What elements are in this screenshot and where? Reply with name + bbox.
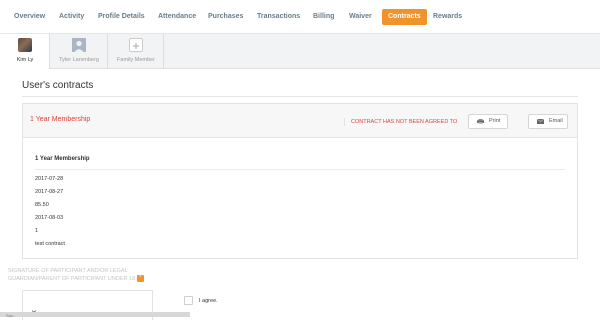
user-silhouette-icon [72, 38, 86, 52]
contract-description: test contract [35, 241, 65, 247]
contract-detail-title: 1 Year Membership [35, 156, 90, 162]
member-switcher: Kim Ly Tyler Lanenberg Family Member [0, 34, 600, 69]
member-name: Tyler Lanenberg [59, 57, 99, 63]
signature-label: SIGNATURE OF PARTICIPANT AND/OR LEGAL GU… [8, 268, 158, 283]
member-kim-ly[interactable]: Kim Ly [0, 34, 50, 69]
tab-billing[interactable]: Billing [307, 9, 340, 25]
end-date: 2017-08-27 [35, 189, 64, 195]
required-badge: * [136, 275, 144, 282]
divider [163, 34, 164, 69]
envelope-icon [537, 119, 544, 124]
plus-icon [129, 38, 143, 52]
tab-attendance[interactable]: Attendance [152, 9, 202, 25]
top-nav: Overview Activity Profile Details Attend… [0, 0, 600, 34]
footer-text: Sav... [6, 313, 16, 318]
divider [35, 169, 565, 170]
contract-quantity: 1 [35, 228, 39, 234]
email-label: Email [549, 118, 563, 124]
tab-waiver[interactable]: Waiver [343, 9, 378, 25]
contract-status: CONTRACT HAS NOT BEEN AGREED TO [344, 118, 457, 126]
print-label: Print [489, 118, 501, 124]
email-button[interactable]: Email [528, 114, 568, 129]
tab-transactions[interactable]: Transactions [251, 9, 306, 25]
contract-header: 1 Year Membership CONTRACT HAS NOT BEEN … [23, 104, 577, 138]
tab-contracts[interactable]: Contracts [382, 9, 427, 25]
printer-icon [477, 119, 484, 124]
member-tyler-lanenberg[interactable]: Tyler Lanenberg [50, 34, 108, 69]
agree-checkbox[interactable] [184, 296, 193, 305]
member-name: Family Member [117, 57, 155, 63]
signature-label-text: SIGNATURE OF PARTICIPANT AND/OR LEGAL GU… [8, 268, 136, 282]
add-family-member-button[interactable]: Family Member [108, 34, 164, 69]
contract-card: 1 Year Membership CONTRACT HAS NOT BEEN … [22, 103, 578, 259]
agree-label: I agree. [199, 298, 218, 304]
page-title: User's contracts [22, 80, 94, 91]
start-date: 2017-07-28 [35, 176, 64, 182]
tab-profile-details[interactable]: Profile Details [92, 9, 151, 25]
print-button[interactable]: Print [468, 114, 508, 129]
tab-purchases[interactable]: Purchases [202, 9, 249, 25]
signed-date: 2017-08-03 [35, 215, 64, 221]
member-name: Kim Ly [16, 57, 34, 63]
horizontal-scrollbar[interactable] [0, 312, 190, 317]
main-content: User's contracts 1 Year Membership CONTR… [0, 70, 600, 320]
photo-avatar [18, 38, 32, 52]
tab-rewards[interactable]: Rewards [427, 9, 468, 25]
divider [22, 96, 578, 97]
contract-name: 1 Year Membership [30, 116, 91, 123]
tab-activity[interactable]: Activity [53, 9, 90, 25]
tab-overview[interactable]: Overview [8, 9, 51, 25]
contract-amount: 85.50 [35, 202, 49, 208]
